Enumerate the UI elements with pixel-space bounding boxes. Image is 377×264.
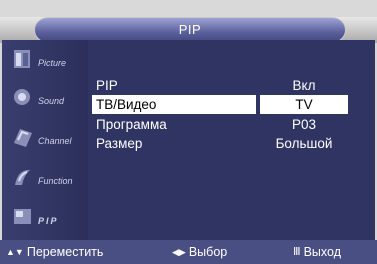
hint-exit-label: Выход — [303, 245, 341, 259]
navigation-hint-bar: ▲▼ Переместить ◀▶ Выбор Ⅲ Выход — [0, 240, 377, 264]
sidebar-item-picture[interactable]: Picture — [8, 46, 86, 74]
sidebar-item-label: Channel — [38, 136, 72, 146]
up-down-arrows-icon: ▲▼ — [6, 247, 24, 257]
pip-icon — [14, 209, 31, 224]
menu-row-value: TV — [295, 97, 313, 112]
category-sidebar: Picture Sound Channel Function PIP — [2, 40, 88, 240]
hint-exit: Ⅲ Выход — [293, 245, 341, 259]
channel-icon — [14, 129, 32, 147]
hint-select: ◀▶ Выбор — [172, 245, 227, 259]
hint-select-label: Выбор — [188, 245, 228, 259]
sidebar-item-sound[interactable]: Sound — [8, 84, 86, 112]
hint-move: ▲▼ Переместить — [6, 245, 103, 259]
menu-row-label: PIP — [96, 78, 118, 93]
sound-icon — [14, 89, 30, 105]
sidebar-item-label: Sound — [38, 96, 65, 106]
menu-row-pip[interactable]: PIP Вкл — [88, 76, 375, 96]
menu-row-label: Программа — [96, 117, 167, 132]
sidebar-item-channel[interactable]: Channel — [8, 124, 86, 152]
left-right-arrows-icon: ◀▶ — [172, 247, 186, 257]
function-icon — [15, 169, 30, 185]
menu-row-label: ТВ/Видео — [96, 97, 157, 112]
hint-move-label: Переместить — [26, 245, 104, 259]
menu-row-value: Вкл — [292, 78, 316, 93]
menu-row-value: Большой — [275, 136, 333, 151]
menu-row-value: P03 — [291, 117, 317, 132]
sidebar-item-label: PIP — [38, 216, 59, 226]
pip-settings-list: PIP Вкл ТВ/Видео TV Программа P03 Размер… — [88, 40, 375, 240]
menu-row-program[interactable]: Программа P03 — [88, 115, 375, 135]
sidebar-item-pip[interactable]: PIP — [8, 204, 86, 232]
menu-row-tv-video[interactable]: ТВ/Видео TV — [88, 95, 375, 115]
menu-panel: Picture Sound Channel Function PIP PIP В… — [2, 40, 375, 240]
sidebar-item-function[interactable]: Function — [8, 164, 86, 192]
menu-row-size[interactable]: Размер Большой — [88, 134, 375, 154]
menu-icon: Ⅲ — [293, 246, 301, 258]
menu-row-label: Размер — [96, 136, 143, 151]
sidebar-item-label: Picture — [38, 58, 67, 68]
tv-osd-window: PIP Picture Sound Channel Function PIP P… — [0, 0, 377, 264]
sidebar-item-label: Function — [38, 176, 73, 186]
picture-icon — [14, 50, 30, 68]
